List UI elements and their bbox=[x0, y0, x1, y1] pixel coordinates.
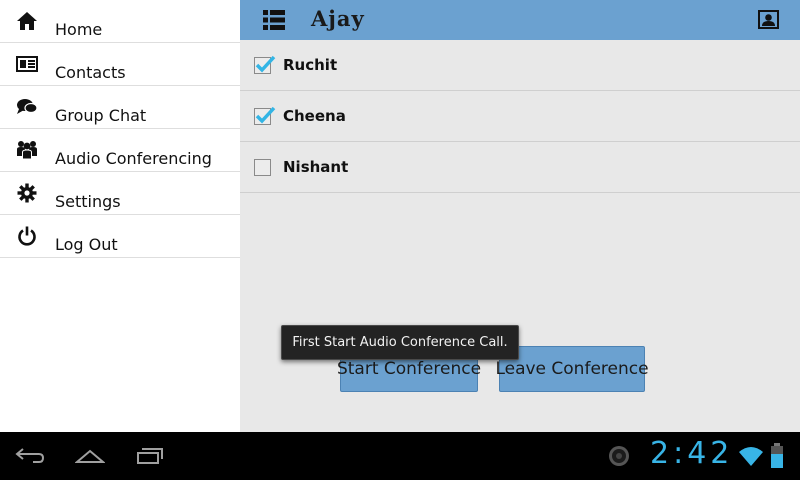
action-bar: Ajay bbox=[240, 0, 800, 40]
chat-icon bbox=[15, 95, 39, 119]
navigation-drawer: Home Contacts Group Chat Audio Conferenc… bbox=[0, 0, 240, 432]
menu-item-label: Group Chat bbox=[55, 106, 147, 125]
participant-checkbox[interactable] bbox=[254, 159, 271, 176]
menu-item-home[interactable]: Home bbox=[0, 0, 240, 43]
wifi-icon bbox=[738, 445, 764, 467]
battery-icon bbox=[770, 443, 784, 469]
participant-name: Cheena bbox=[283, 107, 346, 125]
home-icon bbox=[15, 9, 39, 33]
contact-card-icon[interactable] bbox=[758, 10, 779, 29]
menu-item-settings[interactable]: Settings bbox=[0, 172, 240, 215]
recent-apps-button[interactable] bbox=[120, 432, 180, 480]
menu-item-label: Contacts bbox=[55, 63, 126, 82]
menu-item-contacts[interactable]: Contacts bbox=[0, 43, 240, 86]
participant-row[interactable]: Nishant bbox=[240, 142, 800, 193]
home-nav-icon bbox=[75, 449, 105, 463]
page-title: Ajay bbox=[311, 6, 365, 31]
participant-name: Ruchit bbox=[283, 56, 338, 74]
menu-item-label: Log Out bbox=[55, 235, 118, 254]
participant-row[interactable]: Ruchit bbox=[240, 40, 800, 91]
power-icon bbox=[15, 224, 39, 248]
status-clock: 2:42 bbox=[650, 436, 734, 471]
menu-item-group-chat[interactable]: Group Chat bbox=[0, 86, 240, 129]
drawer-toggle-icon[interactable] bbox=[263, 10, 285, 30]
participant-row[interactable]: Cheena bbox=[240, 91, 800, 142]
toast-message: First Start Audio Conference Call. bbox=[281, 325, 519, 360]
menu-item-label: Settings bbox=[55, 192, 121, 211]
checkmark-icon bbox=[255, 55, 276, 73]
recent-apps-icon bbox=[137, 448, 163, 464]
checkmark-icon bbox=[255, 106, 276, 124]
menu-item-label: Home bbox=[55, 20, 103, 39]
notification-icon[interactable] bbox=[608, 445, 630, 467]
participant-name: Nishant bbox=[283, 158, 349, 176]
participant-checkbox[interactable] bbox=[254, 106, 276, 125]
group-icon bbox=[15, 138, 39, 162]
back-button[interactable] bbox=[0, 432, 60, 480]
menu-item-audio-conferencing[interactable]: Audio Conferencing bbox=[0, 129, 240, 172]
menu-item-label: Audio Conferencing bbox=[55, 149, 212, 168]
contacts-icon bbox=[15, 52, 39, 76]
main-panel: Ajay Ruchit Cheena Nishant Start Confere… bbox=[240, 0, 800, 432]
participant-checkbox[interactable] bbox=[254, 55, 276, 74]
gear-icon bbox=[15, 181, 39, 205]
back-icon bbox=[15, 448, 45, 463]
menu-item-log-out[interactable]: Log Out bbox=[0, 215, 240, 258]
leave-conference-button[interactable]: Leave Conference bbox=[495, 346, 649, 392]
home-button[interactable] bbox=[60, 432, 120, 480]
